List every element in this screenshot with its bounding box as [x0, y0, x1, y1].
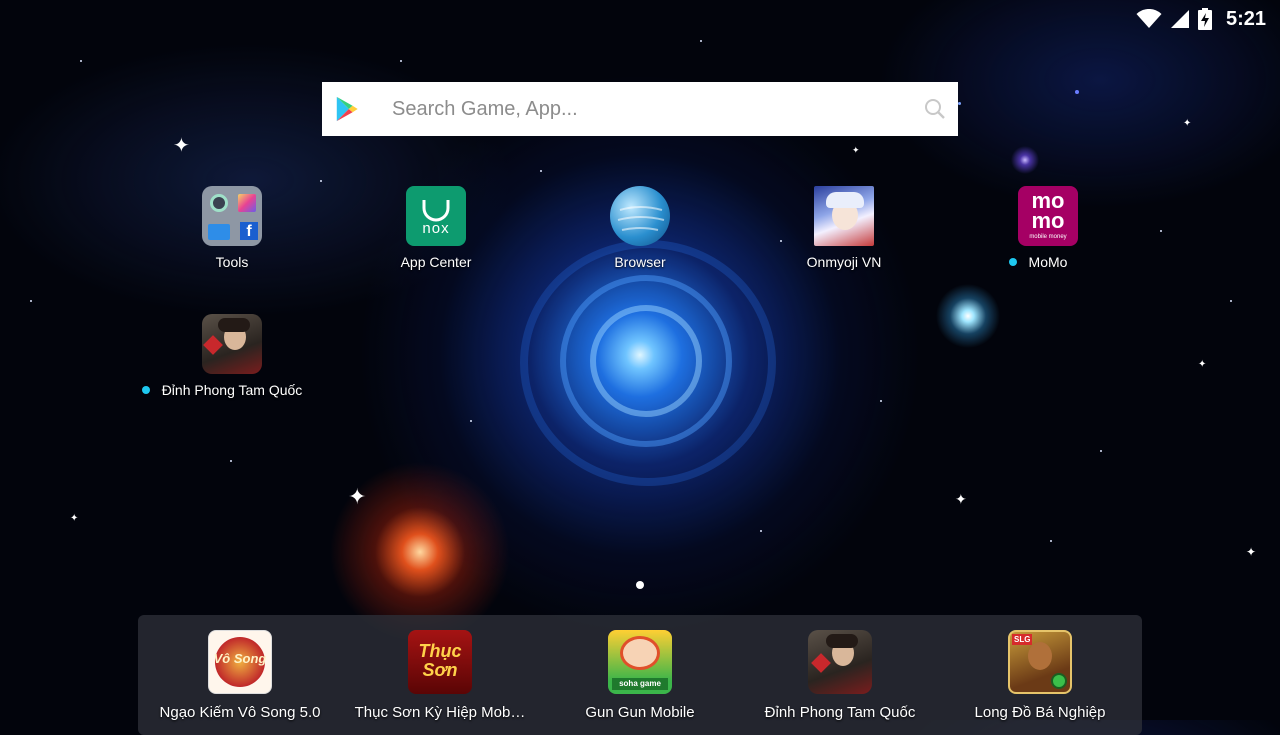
app-onmyoji-vn[interactable]: Onmyoji VN — [744, 186, 944, 272]
onmyoji-game-icon — [814, 186, 874, 246]
long-do-game-icon: SLG — [1008, 630, 1072, 694]
gungun-logo: soha game — [612, 678, 668, 690]
dinh-phong-game-icon — [202, 314, 262, 374]
dinh-phong-game-icon — [808, 630, 872, 694]
app-dinh-phong-tam-quoc[interactable]: Đỉnh Phong Tam Quốc — [132, 314, 332, 400]
ngao-kiem-game-icon: Vô Song — [208, 630, 272, 694]
slg-badge: SLG — [1012, 634, 1033, 645]
dock-app-dinh-phong-tam-quoc[interactable]: Đỉnh Phong Tam Quốc — [740, 630, 940, 722]
search-icon[interactable] — [924, 98, 946, 120]
dock-app-gun-gun-mobile[interactable]: soha game Gun Gun Mobile — [540, 630, 740, 722]
app-label: Tools — [215, 254, 249, 270]
search-input[interactable] — [390, 96, 894, 122]
google-play-icon — [336, 96, 358, 122]
app-label: Thục Sơn Kỳ Hiệp Mob… — [354, 704, 526, 721]
clock: 5:21 — [1225, 7, 1266, 30]
new-app-dot — [141, 386, 150, 394]
app-label: MoMo — [1008, 254, 1068, 270]
app-label: App Center — [400, 254, 472, 270]
dock: Vô Song Ngạo Kiếm Vô Song 5.0 Thục Sơn T… — [138, 615, 1142, 735]
momo-logo-sub: mobile money — [1029, 234, 1067, 240]
app-label: Đỉnh Phong Tam Quốc — [141, 382, 303, 398]
dock-app-long-do-ba-nghiep[interactable]: SLG Long Đồ Bá Nghiệp — [940, 630, 1140, 722]
app-label: Ngạo Kiếm Vô Song 5.0 — [159, 704, 321, 721]
app-label: Gun Gun Mobile — [585, 704, 695, 721]
search-bar[interactable] — [322, 82, 958, 136]
app-momo[interactable]: mo mo mobile money MoMo — [948, 186, 1148, 272]
nox-app-center-icon: nox — [406, 186, 466, 246]
app-label: Onmyoji VN — [806, 254, 882, 270]
nox-brand-text: nox — [422, 220, 450, 237]
page-indicator-dot[interactable] — [636, 581, 644, 589]
dock-app-thuc-son-ky-hiep[interactable]: Thục Sơn Thục Sơn Kỳ Hiệp Mob… — [340, 630, 540, 722]
app-app-center[interactable]: nox App Center — [336, 186, 536, 272]
ngao-kiem-logo: Vô Song — [213, 651, 267, 666]
app-label-text: Đỉnh Phong Tam Quốc — [161, 382, 303, 398]
dock-app-ngao-kiem-vo-song[interactable]: Vô Song Ngạo Kiếm Vô Song 5.0 — [140, 630, 340, 722]
app-browser[interactable]: Browser — [540, 186, 740, 272]
momo-logo-bottom: mo — [1031, 208, 1065, 233]
thuc-son-game-icon: Thục Sơn — [408, 630, 472, 694]
momo-wallet-icon: mo mo mobile money — [1018, 186, 1078, 246]
app-label: Browser — [614, 254, 666, 270]
app-label: Đỉnh Phong Tam Quốc — [764, 704, 916, 721]
app-tools-folder[interactable]: f Tools — [132, 186, 332, 272]
app-label-text: MoMo — [1028, 254, 1068, 270]
tools-folder-icon: f — [202, 186, 262, 246]
new-app-dot — [1008, 258, 1017, 266]
thuc-son-logo: Thục Sơn — [418, 641, 462, 680]
wifi-icon — [1136, 9, 1162, 28]
app-label: Long Đồ Bá Nghiệp — [974, 704, 1106, 721]
gun-gun-game-icon: soha game — [608, 630, 672, 694]
battery-charging-icon — [1197, 8, 1212, 30]
cell-signal-icon — [1170, 10, 1189, 28]
status-bar: 5:21 — [1136, 0, 1280, 38]
globe-icon — [610, 186, 670, 246]
